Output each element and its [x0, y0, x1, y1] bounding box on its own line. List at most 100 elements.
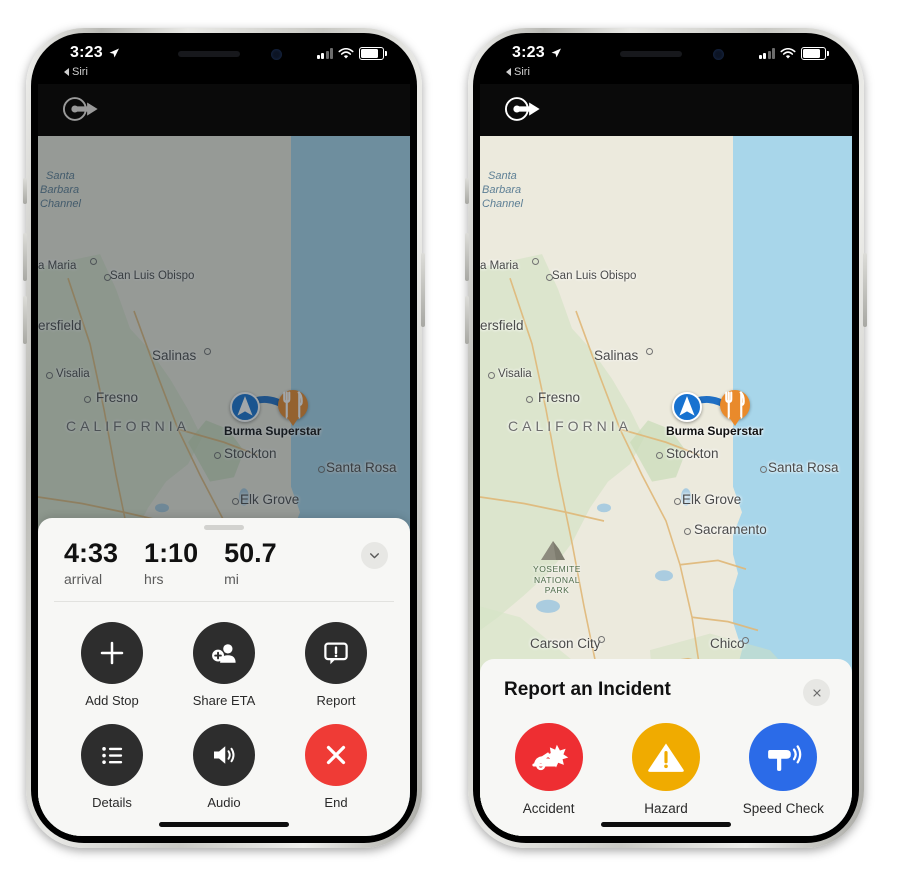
- back-label: Siri: [72, 66, 88, 78]
- screenshot-stage: Santa Barbara Channel a Maria San Luis O…: [0, 0, 910, 875]
- restaurant-fork-knife-icon: [725, 391, 745, 419]
- city-dot: [488, 372, 495, 379]
- action-audio[interactable]: Audio: [168, 724, 280, 810]
- depart-roundabout-arrow-icon[interactable]: [502, 90, 544, 128]
- speed-radar-icon: [749, 723, 818, 791]
- report-sheet-title: Report an Incident: [504, 679, 671, 700]
- mute-switch[interactable]: [23, 178, 27, 204]
- notch: [140, 40, 308, 69]
- eta-distance-label: mi: [224, 571, 239, 587]
- back-to-siri-link[interactable]: Siri: [506, 66, 530, 78]
- depart-roundabout-arrow-icon[interactable]: [60, 90, 102, 128]
- city-dot: [646, 348, 653, 355]
- report-options-row: Accident Hazard Speed Check: [480, 701, 852, 820]
- report-option-label: Speed Check: [742, 801, 824, 816]
- action-share-eta[interactable]: Share ETA: [168, 622, 280, 708]
- eta-duration-value: 1:10: [144, 538, 199, 568]
- phone-screen-left: Santa Barbara Channel a Maria San Luis O…: [38, 40, 410, 836]
- status-time: 3:23: [512, 44, 545, 61]
- report-incident-sheet: Report an Incident Accident Hazard Speed…: [480, 659, 852, 836]
- volume-down-button[interactable]: [23, 296, 27, 344]
- city-dot: [532, 258, 539, 265]
- car-crash-icon: [514, 723, 583, 791]
- wifi-icon: [338, 47, 354, 59]
- action-report[interactable]: Report: [280, 622, 392, 708]
- city-dot: [526, 396, 533, 403]
- home-indicator[interactable]: [159, 822, 289, 827]
- city-dot: [204, 348, 211, 355]
- close-x-icon: [812, 688, 821, 697]
- status-indicators: [316, 47, 387, 60]
- close-report-sheet-button[interactable]: [803, 679, 830, 706]
- action-details[interactable]: Details: [56, 724, 168, 810]
- restaurant-fork-knife-icon: [283, 391, 303, 419]
- action-label: Details: [92, 795, 132, 810]
- back-triangle-icon: [506, 68, 511, 76]
- front-camera: [271, 49, 282, 60]
- city-dot: [742, 637, 749, 644]
- eta-duration-label: hrs: [144, 571, 164, 587]
- action-label: Add Stop: [85, 693, 139, 708]
- report-option-label: Accident: [522, 801, 575, 816]
- cellular-bars-icon: [758, 48, 775, 59]
- destination-pin[interactable]: [720, 390, 750, 420]
- power-button[interactable]: [863, 253, 867, 327]
- city-dot: [232, 498, 239, 505]
- user-location-puck: [672, 392, 702, 422]
- action-end[interactable]: End: [280, 724, 392, 810]
- mute-switch[interactable]: [465, 178, 469, 204]
- navigation-arrow-icon: [237, 396, 253, 416]
- back-triangle-icon: [64, 68, 69, 76]
- status-time-group: 3:23: [512, 44, 562, 62]
- chevron-down-icon: [370, 553, 379, 559]
- navigation-arrow-icon: [679, 396, 695, 416]
- report-option-hazard[interactable]: Hazard: [612, 723, 720, 816]
- report-option-accident[interactable]: Accident: [495, 723, 603, 816]
- city-dot: [214, 452, 221, 459]
- destination-pin[interactable]: [278, 390, 308, 420]
- location-arrow-icon: [109, 48, 119, 58]
- notch: [582, 40, 750, 69]
- volume-up-button[interactable]: [465, 233, 469, 281]
- mountain-icon: [541, 541, 565, 560]
- city-dot: [46, 372, 53, 379]
- battery-icon: [359, 47, 387, 60]
- battery-icon: [801, 47, 829, 60]
- phone-screen-right: Santa Barbara Channel a Maria San Luis O…: [480, 40, 852, 836]
- wifi-icon: [780, 47, 796, 59]
- action-label: Report: [316, 693, 356, 708]
- speaker-wave-icon: [193, 724, 255, 786]
- volume-down-button[interactable]: [465, 296, 469, 344]
- back-label: Siri: [514, 66, 530, 78]
- plus-icon: [81, 622, 143, 684]
- eta-arrival-label: arrival: [64, 571, 103, 587]
- city-dot: [656, 452, 663, 459]
- city-dot: [684, 528, 691, 535]
- report-option-speed-check[interactable]: Speed Check: [729, 723, 837, 816]
- home-indicator[interactable]: [601, 822, 731, 827]
- navigation-banner-right: [480, 84, 852, 136]
- power-button[interactable]: [421, 253, 425, 327]
- x-mark-icon: [305, 724, 367, 786]
- eta-summary-row: 4:33 arrival 1:10 hrs 50.7 mi: [38, 518, 410, 601]
- volume-up-button[interactable]: [23, 233, 27, 281]
- action-label: End: [324, 795, 348, 810]
- status-time: 3:23: [70, 44, 103, 61]
- back-to-siri-link[interactable]: Siri: [64, 66, 88, 78]
- action-label: Audio: [207, 795, 241, 810]
- navigation-banner-left: [38, 84, 410, 136]
- front-camera: [713, 49, 724, 60]
- eta-duration: 1:10 hrs: [144, 538, 199, 588]
- report-bubble-icon: [305, 622, 367, 684]
- list-icon: [81, 724, 143, 786]
- city-dot: [318, 466, 325, 473]
- eta-sheet: 4:33 arrival 1:10 hrs 50.7 mi Add Stop S…: [38, 518, 410, 836]
- city-dot: [760, 466, 767, 473]
- collapse-sheet-button[interactable]: [361, 542, 388, 569]
- location-arrow-icon: [551, 48, 561, 58]
- phone-right: Santa Barbara Channel a Maria San Luis O…: [465, 28, 867, 848]
- eta-arrival-value: 4:33: [64, 538, 119, 568]
- action-add-stop[interactable]: Add Stop: [56, 622, 168, 708]
- city-dot: [90, 258, 97, 265]
- status-time-group: 3:23: [70, 44, 120, 62]
